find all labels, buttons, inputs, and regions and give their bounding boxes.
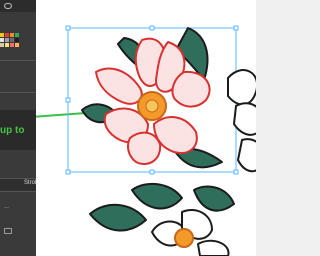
swatch[interactable] (0, 43, 4, 47)
swatch[interactable] (15, 43, 19, 47)
stroke-panel-row[interactable]: Stroke (0, 178, 41, 192)
leaf (193, 185, 235, 212)
swatch[interactable] (5, 38, 9, 42)
tip-text: up to (0, 125, 25, 136)
left-panel: up to Stroke — (0, 0, 41, 256)
swatch[interactable] (10, 38, 14, 42)
panel-ghost-text: — (4, 205, 9, 211)
petal (236, 138, 256, 173)
swatch[interactable] (0, 33, 4, 37)
flower-center-inner (145, 99, 159, 113)
petal (227, 69, 256, 106)
swatch[interactable] (5, 33, 9, 37)
flower-center (174, 228, 194, 248)
panel-divider (0, 92, 36, 93)
swatch[interactable] (15, 38, 19, 42)
petal (232, 102, 256, 136)
petal (197, 239, 230, 256)
panel-divider (0, 60, 36, 61)
petal (171, 70, 211, 108)
guide-line (36, 112, 87, 118)
right-flower (227, 69, 256, 173)
eye-icon[interactable] (4, 3, 12, 9)
leaf (89, 203, 147, 232)
swatch[interactable] (5, 43, 9, 47)
canvas-artwork[interactable] (36, 0, 256, 256)
swatch[interactable] (15, 33, 19, 37)
selected-flower (81, 27, 223, 169)
swatch[interactable] (0, 38, 4, 42)
bottom-flower (89, 182, 235, 256)
petal (127, 131, 162, 165)
swatch[interactable] (10, 43, 14, 47)
leaf (131, 182, 183, 210)
canvas-area[interactable] (36, 0, 256, 256)
swatch[interactable] (10, 33, 14, 37)
artboard-corner-icon[interactable] (4, 228, 12, 234)
panel-header (0, 0, 36, 12)
petal (95, 67, 143, 105)
